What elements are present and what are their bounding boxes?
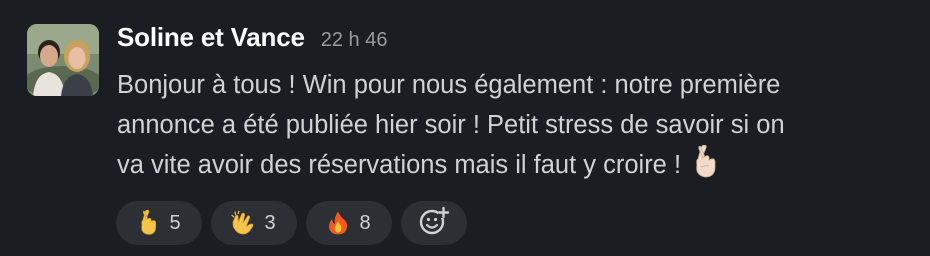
reaction-count: 5 [169,211,181,234]
reaction-count: 3 [264,211,276,234]
crossed-fingers-icon [135,209,161,236]
author-name[interactable]: Soline et Vance [117,22,305,53]
clapping-hands-icon [230,210,256,236]
reaction-count: 8 [359,211,371,234]
message-line-last: va vite avoir des réservations mais il f… [117,144,917,185]
add-reaction-button[interactable] [401,201,467,245]
message: Soline et Vance 22 h 46 Bonjour à tous !… [0,0,930,256]
message-body: Bonjour à tous ! Win pour nous également… [117,65,917,185]
timestamp[interactable]: 22 h 46 [321,29,388,52]
crossed-fingers-icon [689,144,721,179]
avatar[interactable] [27,24,99,96]
message-header: Soline et Vance 22 h 46 [117,22,387,62]
message-line-text: va vite avoir des réservations mais il f… [117,151,682,179]
reaction-clapping-hands[interactable]: 3 [211,201,297,245]
reactions-bar: 5 3 8 [116,201,467,245]
message-line: annonce a été publiée hier soir ! Petit … [117,111,785,139]
message-line: Bonjour à tous ! Win pour nous également… [117,71,781,99]
reaction-fire[interactable]: 8 [306,201,392,245]
reaction-crossed-fingers[interactable]: 5 [116,201,202,245]
fire-icon [325,210,351,236]
add-reaction-icon [418,205,450,242]
